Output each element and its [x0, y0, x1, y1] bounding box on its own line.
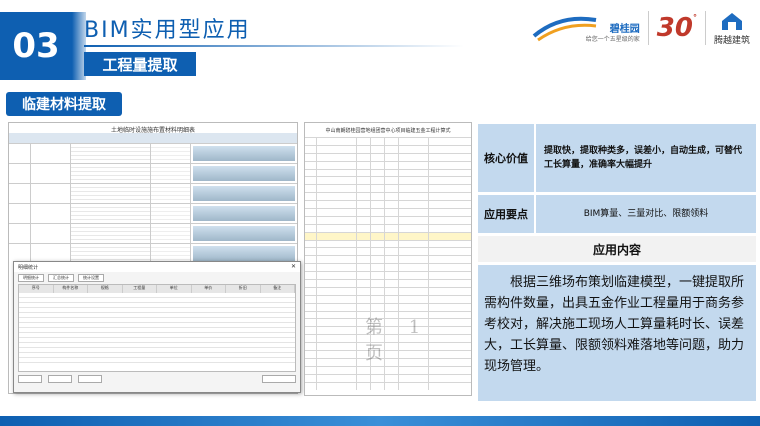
table-row	[9, 163, 297, 183]
hardware-calc-screenshot: 中山南朗碧桂园营地组团营中心项目临建五金工程计算式 第 1 页	[304, 122, 472, 396]
table-row	[305, 215, 471, 224]
table-row	[305, 239, 471, 248]
table-row	[305, 255, 471, 264]
logo1-name: 碧桂园	[609, 24, 640, 35]
col-header: 单价	[192, 285, 226, 293]
table-row	[305, 263, 471, 272]
table-row	[305, 184, 471, 193]
sheet1-header	[9, 133, 297, 143]
page-title: BIM实用型应用	[84, 18, 251, 43]
dialog-title: 明细统计	[18, 265, 39, 271]
table-row	[305, 302, 471, 311]
table-row	[305, 286, 471, 295]
table-row	[305, 160, 471, 169]
core-value-text: 提取快，提取种类多，误差小，自动生成，可替代工长算量，准确率大幅提升	[536, 124, 756, 192]
table-row	[305, 176, 471, 185]
table-row	[305, 381, 471, 390]
sheet1-title: 土地临时设施施布置材料明细表	[110, 127, 195, 134]
col-header: 单位	[157, 285, 192, 293]
info-panel: 核心价值 提取快，提取种类多，误差小，自动生成，可替代工长算量，准确率大幅提升 …	[478, 124, 756, 401]
table-row	[305, 231, 471, 240]
table-row	[305, 208, 471, 216]
page-watermark: 第 1 页	[365, 317, 431, 364]
table-row	[305, 294, 471, 303]
remove-button[interactable]	[48, 375, 72, 383]
table-row	[9, 203, 297, 223]
content-heading: 应用内容	[478, 236, 756, 262]
close-icon[interactable]: ✕	[291, 263, 296, 270]
table-row	[305, 192, 471, 201]
col-header: 规格	[88, 285, 123, 293]
page-subtitle: 工程量提取	[84, 52, 196, 76]
table-row	[305, 279, 471, 287]
table-row	[9, 183, 297, 203]
anniversary-number: 30	[656, 13, 693, 43]
logo1-tagline: 给您一个五星级的家	[585, 36, 640, 43]
material-sheet-screenshot: 土地临时设施施布置材料明细表 明细统计 ✕ 明细统计 汇总统计 统计设置 序号 …	[8, 122, 301, 394]
table-row	[305, 137, 471, 145]
section-number: 03	[0, 12, 86, 80]
anniversary-logo: 30°	[656, 13, 697, 43]
table-row	[305, 152, 471, 161]
key-points-row: 应用要点 BIM算量、三量对比、限额领料	[478, 195, 756, 233]
logo-divider	[647, 11, 649, 45]
key-points-label: 应用要点	[478, 195, 534, 233]
col-header: 序号	[19, 285, 54, 293]
table-row	[305, 200, 471, 209]
table-row	[305, 373, 471, 382]
table-row	[305, 365, 471, 374]
logo3-name: 腾越建筑	[713, 35, 750, 46]
table-row	[305, 271, 471, 280]
country-garden-logo: 碧桂园 给您一个五星级的家	[530, 10, 640, 46]
tab-summary[interactable]: 汇总统计	[48, 274, 74, 282]
table-row	[305, 223, 471, 232]
tengyue-logo: 腾越建筑	[714, 11, 750, 46]
table-row	[9, 143, 297, 163]
statistics-dialog: 明细统计 ✕ 明细统计 汇总统计 统计设置 序号 构件名称 规格 工程量 单位 …	[13, 261, 301, 393]
table-row	[305, 168, 471, 177]
col-header: 构件名称	[54, 285, 88, 293]
sheet2-title: 中山南朗碧桂园营地组团营中心项目临建五金工程计算式	[325, 128, 451, 134]
dialog-title-bar: 明细统计 ✕	[14, 262, 300, 272]
col-header: 备注	[261, 285, 295, 293]
col-header: 折旧	[226, 285, 261, 293]
title-underline	[84, 45, 464, 47]
table-row	[9, 223, 297, 243]
table-row	[305, 247, 471, 256]
refresh-button[interactable]	[78, 375, 102, 383]
dialog-footer	[14, 372, 300, 386]
logo-group: 碧桂园 给您一个五星级的家 30° 腾越建筑	[530, 10, 750, 46]
content-text: 根据三维场布策划临建模型，一键提取所需构件数量，出具五金作业工程量用于商务参考校…	[478, 265, 756, 401]
logo-divider	[704, 11, 706, 45]
add-button[interactable]	[18, 375, 42, 383]
core-value-row: 核心价值 提取快，提取种类多，误差小，自动生成，可替代工长算量，准确率大幅提升	[478, 124, 756, 192]
tab-settings[interactable]: 统计设置	[78, 274, 104, 282]
dialog-grid: 序号 构件名称 规格 工程量 单位 单价 折旧 备注	[18, 284, 296, 372]
grid-header: 序号 构件名称 规格 工程量 单位 单价 折旧 备注	[19, 285, 295, 293]
col-header: 工程量	[123, 285, 157, 293]
table-row	[305, 144, 471, 153]
table-row	[9, 243, 297, 263]
grid-row[interactable]	[19, 358, 295, 363]
house-icon	[721, 12, 742, 30]
core-value-label: 核心价值	[478, 124, 534, 192]
dialog-tabs: 明细统计 汇总统计 统计设置	[14, 272, 300, 284]
tab-detail[interactable]: 明细统计	[18, 274, 44, 282]
export-button[interactable]	[262, 375, 296, 383]
section-label: 临建材料提取	[6, 92, 122, 116]
footer-bar	[0, 416, 760, 426]
key-points-text: BIM算量、三量对比、限额领料	[536, 195, 756, 233]
